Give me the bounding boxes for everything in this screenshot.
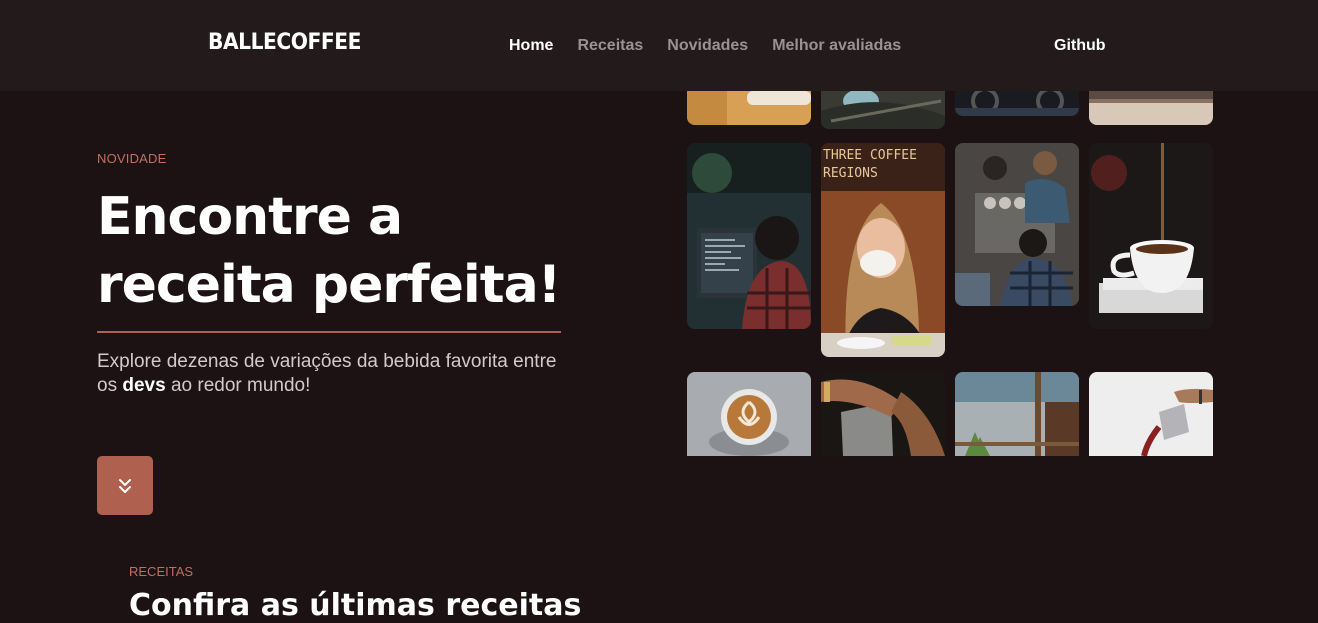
hero-title: Encontre a receita perfeita! <box>97 183 577 319</box>
nav-melhor-avaliadas[interactable]: Melhor avaliadas <box>772 37 901 55</box>
main-nav: Home Receitas Novidades Melhor avaliadas <box>509 37 901 55</box>
hero-divider <box>97 331 561 333</box>
recipes-title: Confira as últimas receitas <box>129 588 582 623</box>
top-navbar: BALLECOFFEE Home Receitas Novidades Melh… <box>0 0 1318 91</box>
gallery-photo-latte-art <box>687 372 811 456</box>
github-link[interactable]: Github <box>1054 37 1106 55</box>
scroll-down-button[interactable] <box>97 456 153 515</box>
gallery-photo-pouring-pitcher <box>1089 372 1213 456</box>
gallery-photo-milk-pitcher <box>821 372 945 456</box>
gallery-photo-developer-coding <box>687 143 811 329</box>
chevrons-down-icon <box>119 478 131 493</box>
hero-eyebrow: NOVIDADE <box>97 151 167 166</box>
recipes-eyebrow: RECEITAS <box>129 564 194 579</box>
nav-home[interactable]: Home <box>509 37 553 55</box>
hero-section: NOVIDADE Encontre a receita perfeita! Ex… <box>0 91 1318 456</box>
hero-title-line-2: receita perfeita! <box>97 255 561 315</box>
nav-receitas[interactable]: Receitas <box>577 37 643 55</box>
photo-gallery: THREE COFFEE REGIONS <box>687 91 1213 456</box>
hero-description: Explore dezenas de variações da bebida f… <box>97 350 577 398</box>
nav-novidades[interactable]: Novidades <box>667 37 748 55</box>
gallery-photo-window-view <box>955 372 1079 456</box>
gallery-photo-baristas <box>955 143 1079 306</box>
hero-description-end: ao redor mundo! <box>165 375 311 396</box>
gallery-photo-cup-on-table <box>687 91 811 125</box>
hero-title-line-1: Encontre a <box>97 187 403 247</box>
hero-description-bold: devs <box>122 375 166 396</box>
gallery-photo-coffee-pour <box>1089 143 1213 329</box>
gallery-photo-cafe-table <box>821 91 945 129</box>
gallery-photo-woman-drinking-coffee: THREE COFFEE REGIONS <box>821 143 945 357</box>
gallery-photo-bike <box>955 91 1079 116</box>
gallery-photo-counter <box>1089 91 1213 125</box>
logo[interactable]: BALLECOFFEE <box>208 30 361 55</box>
